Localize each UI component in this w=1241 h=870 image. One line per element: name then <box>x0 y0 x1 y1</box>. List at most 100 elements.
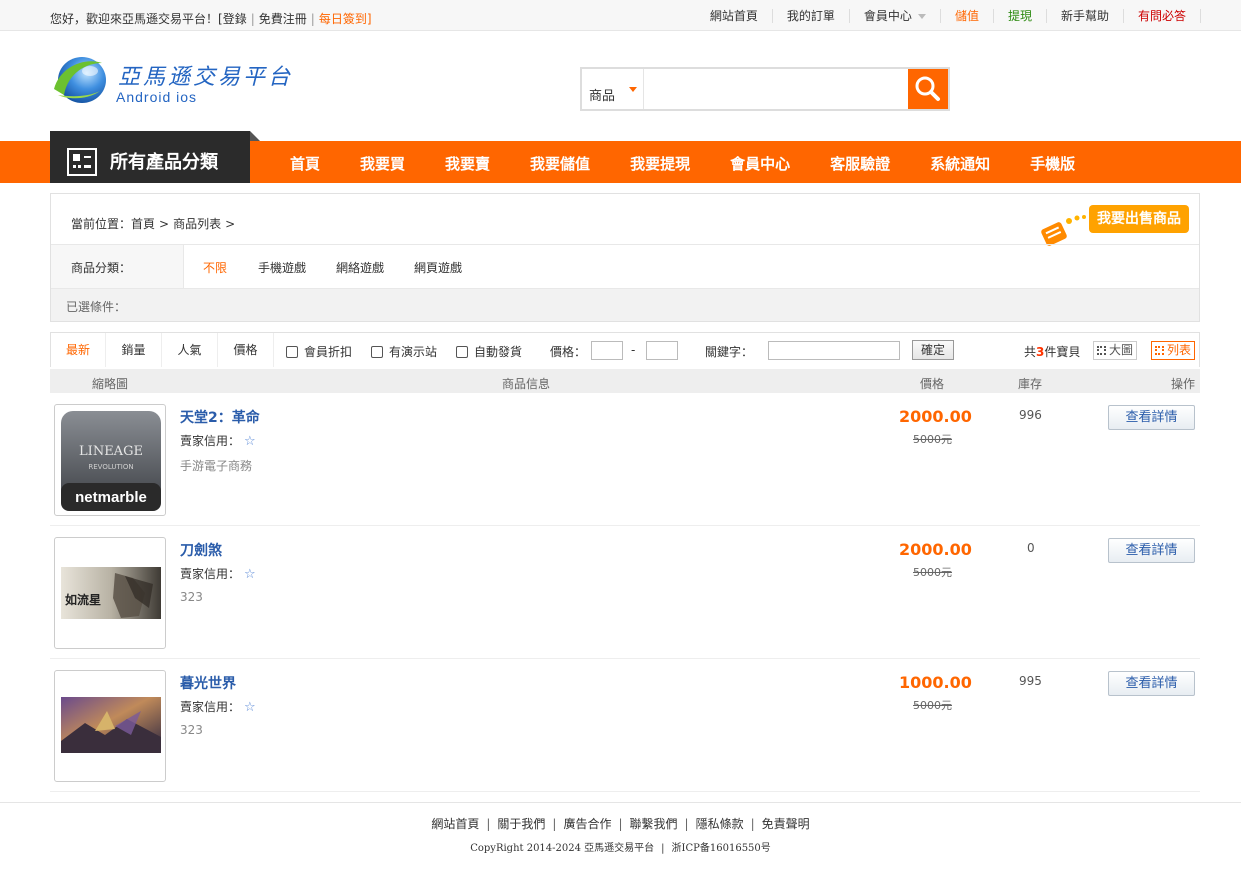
keyword-input[interactable] <box>768 341 900 360</box>
filter-option-web-games[interactable]: 網頁遊戲 <box>414 259 462 276</box>
nav-item-buy[interactable]: 我要買 <box>340 141 425 183</box>
site-logo[interactable]: 亞馬遜交易平台 Android ios <box>50 55 320 107</box>
product-price: 1000.00 <box>899 673 972 692</box>
view-list-button[interactable]: 列表 <box>1151 341 1196 360</box>
checkbox-box[interactable] <box>456 346 468 358</box>
nav-item-service-verify[interactable]: 客服驗證 <box>810 141 910 183</box>
view-grid-button[interactable]: 大圖 <box>1093 341 1138 360</box>
lineage-thumbnail-image: LINEAGE REVOLUTION netmarble <box>61 411 161 511</box>
top-link-help[interactable]: 新手幫助 <box>1047 8 1124 23</box>
top-link-home[interactable]: 網站首頁 <box>696 8 773 23</box>
seller-credit: 賣家信用： ☆ <box>180 700 256 715</box>
nav-item-notifications[interactable]: 系統通知 <box>910 141 1010 183</box>
breadcrumb-home[interactable]: 首頁 <box>131 217 155 231</box>
filter-option-online-games[interactable]: 網絡遊戲 <box>336 259 384 276</box>
col-info: 商品信息 <box>502 377 551 391</box>
sort-price[interactable]: 價格 <box>218 333 274 367</box>
sort-newest[interactable]: 最新 <box>51 333 106 367</box>
chevron-down-icon <box>917 13 926 19</box>
has-demo-checkbox[interactable]: 有演示站 <box>371 343 437 360</box>
price-min-input[interactable] <box>591 341 623 360</box>
nav-item-member-center[interactable]: 會員中心 <box>710 141 810 183</box>
top-link-deposit[interactable]: 儲值 <box>941 8 994 23</box>
star-icon: ☆ <box>244 434 256 449</box>
confirm-button[interactable]: 確定 <box>912 340 954 360</box>
top-link-orders[interactable]: 我的訂單 <box>773 8 850 23</box>
footer-link-contact[interactable]: 聯繫我們 <box>630 817 678 831</box>
product-original-price: 5000元 <box>913 433 952 446</box>
all-categories-label: 所有產品分類 <box>110 152 218 173</box>
auto-delivery-checkbox[interactable]: 自動發貨 <box>456 343 522 360</box>
member-discount-checkbox[interactable]: 會員折扣 <box>286 343 352 360</box>
price-max-input[interactable] <box>646 341 678 360</box>
search-button[interactable] <box>908 69 948 109</box>
copyright-text: CopyRight 2014-2024 亞馬遜交易平台 <box>470 843 655 854</box>
daily-checkin-link[interactable]: 每日簽到] <box>319 12 372 26</box>
product-thumbnail[interactable]: 如流星 <box>54 537 166 649</box>
footer-link-home[interactable]: 網站首頁 <box>431 817 479 831</box>
nav-item-deposit[interactable]: 我要儲值 <box>510 141 610 183</box>
top-link-withdraw[interactable]: 提現 <box>994 8 1047 23</box>
checkbox-box[interactable] <box>286 346 298 358</box>
all-categories-button[interactable]: 所有產品分類 <box>50 131 260 183</box>
login-link[interactable]: [登錄 <box>218 12 247 26</box>
product-thumbnail[interactable] <box>54 670 166 782</box>
search-input[interactable] <box>646 69 908 109</box>
view-details-button[interactable]: 查看詳情 <box>1108 671 1195 696</box>
sell-product-button[interactable]: 我要出售商品 <box>1039 205 1189 246</box>
seller-credit: 賣家信用： ☆ <box>180 434 256 449</box>
auto-delivery-label: 自動發貨 <box>474 345 523 359</box>
col-action: 操作 <box>1171 377 1196 391</box>
product-title[interactable]: 天堂2：革命 <box>180 407 260 427</box>
top-bar-links: 網站首頁 我的訂單 會員中心 儲值 提現 新手幫助 有問必答 <box>696 0 1201 31</box>
main-nav-links: 首頁 我要買 我要賣 我要儲值 我要提現 會員中心 客服驗證 系統通知 手機版 <box>270 141 1095 183</box>
top-link-member-center[interactable]: 會員中心 <box>850 8 941 23</box>
product-desc: 手游電子商務 <box>180 459 253 473</box>
product-row: LINEAGE REVOLUTION netmarble 天堂2：革命 賣家信用… <box>50 393 1200 526</box>
star-icon: ☆ <box>244 567 256 582</box>
welcome-text: 您好，歡迎來亞馬遜交易平台！ <box>50 12 219 26</box>
member-center-label: 會員中心 <box>863 8 912 23</box>
selected-conditions: 已選條件： <box>51 288 1199 321</box>
checkbox-box[interactable] <box>371 346 383 358</box>
view-list-label: 列表 <box>1167 343 1192 357</box>
product-original-price: 5000元 <box>913 699 952 712</box>
keyword-label: 關鍵字： <box>705 345 754 359</box>
sort-popularity[interactable]: 人氣 <box>162 333 218 367</box>
search-category-select[interactable]: 商品 <box>582 69 644 109</box>
product-thumbnail[interactable]: LINEAGE REVOLUTION netmarble <box>54 404 166 516</box>
filter-option-mobile-games[interactable]: 手機遊戲 <box>258 259 306 276</box>
product-title[interactable]: 暮光世界 <box>180 673 236 693</box>
breadcrumb-product-list[interactable]: 商品列表 <box>173 217 221 231</box>
nav-item-sell[interactable]: 我要賣 <box>425 141 510 183</box>
register-link[interactable]: 免費注冊 <box>259 12 307 26</box>
nav-item-withdraw[interactable]: 我要提現 <box>610 141 710 183</box>
nav-item-home[interactable]: 首頁 <box>270 141 340 183</box>
product-stock: 995 <box>1019 674 1042 688</box>
filter-option-all[interactable]: 不限 <box>203 259 227 276</box>
grid-icon <box>1097 346 1106 355</box>
footer-links: 網站首頁 | 關于我們 | 廣告合作 | 聯繫我們 | 隱私條款 | 免責聲明 <box>431 817 810 831</box>
view-details-button[interactable]: 查看詳情 <box>1108 405 1195 430</box>
footer-link-disclaimer[interactable]: 免責聲明 <box>762 817 810 831</box>
list-icon <box>1155 346 1164 355</box>
category-filter-row: 商品分類： 不限 手機遊戲 網絡遊戲 網頁遊戲 <box>51 244 1199 288</box>
product-title[interactable]: 刀劍煞 <box>180 540 222 560</box>
nav-item-mobile[interactable]: 手機版 <box>1010 141 1095 183</box>
twilight-world-thumbnail-image <box>61 697 161 753</box>
top-bar-welcome: 您好，歡迎來亞馬遜交易平台！[登錄 | 免費注冊 | 每日簽到] <box>50 12 372 26</box>
seller-credit: 賣家信用： ☆ <box>180 567 256 582</box>
footer-copyright: CopyRight 2014-2024 亞馬遜交易平台 | 浙ICP备1601655… <box>470 843 771 854</box>
logo-name: 亞馬遜交易平台 <box>118 65 294 90</box>
sort-sales[interactable]: 銷量 <box>106 333 162 367</box>
top-link-qa[interactable]: 有問必答 <box>1124 8 1201 23</box>
footer-link-about[interactable]: 關于我們 <box>497 817 545 831</box>
icp-link[interactable]: 浙ICP备16016550号 <box>672 843 771 854</box>
search-category-label: 商品 <box>589 89 616 104</box>
footer-link-ads[interactable]: 廣告合作 <box>563 817 611 831</box>
logo-globe-icon <box>54 57 106 103</box>
footer-link-privacy[interactable]: 隱私條款 <box>696 817 744 831</box>
search-bar: 商品 <box>580 67 950 111</box>
view-details-button[interactable]: 查看詳情 <box>1108 538 1195 563</box>
product-desc: 323 <box>180 723 203 737</box>
